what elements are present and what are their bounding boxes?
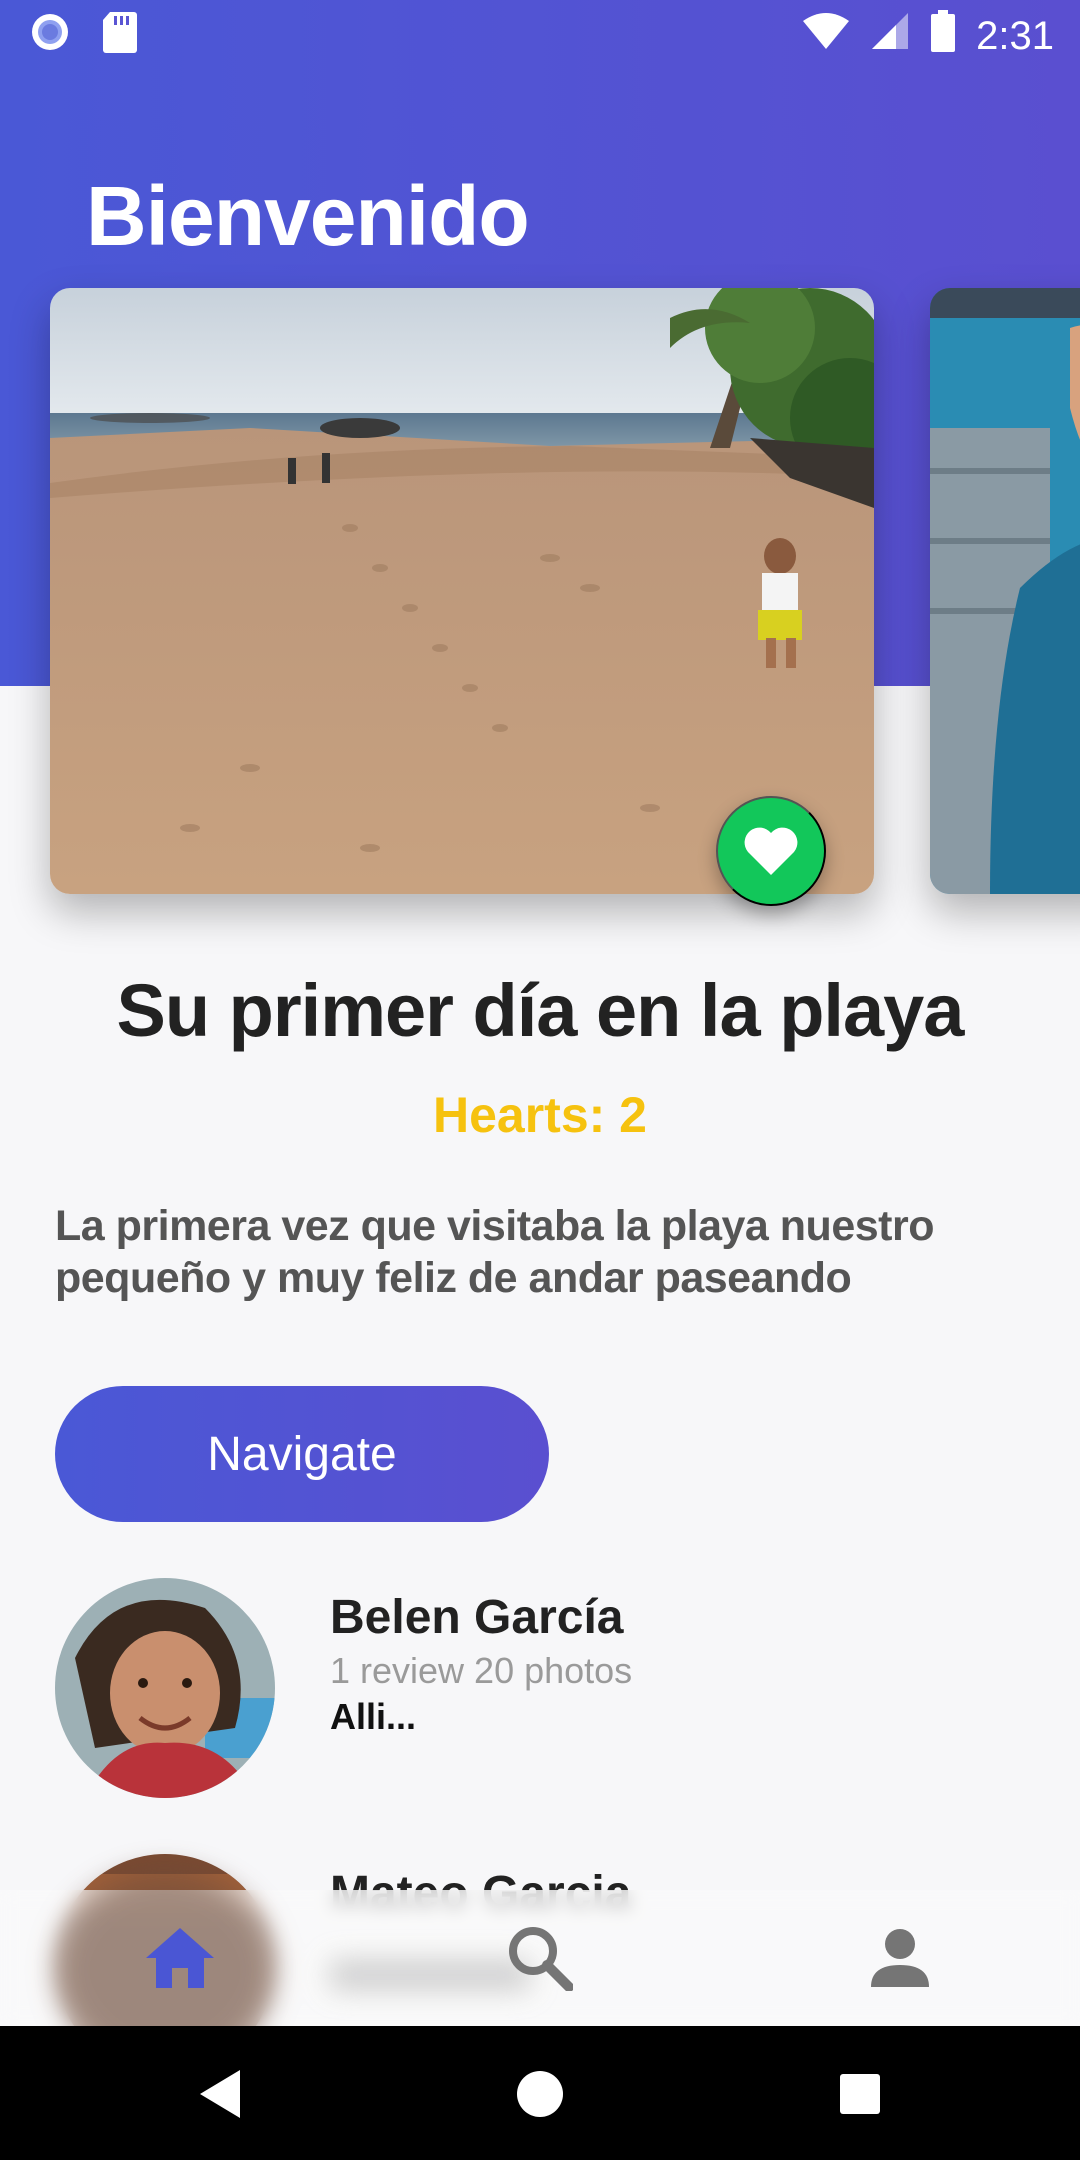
back-icon: [200, 2070, 240, 2118]
wifi-icon: [802, 11, 850, 61]
review-item[interactable]: Belen García 1 review 20 photos Alli...: [55, 1578, 1055, 1798]
next-post-card[interactable]: [930, 288, 1080, 894]
profile-icon: [871, 1929, 929, 1987]
page-title: Bienvenido: [86, 169, 530, 263]
home-system-button[interactable]: [510, 2064, 570, 2124]
system-navigation-bar: [0, 2026, 1080, 2160]
heart-icon: [744, 827, 798, 875]
signal-icon: [870, 11, 910, 61]
avatar: [55, 1578, 275, 1798]
post-description: La primera vez que visitaba la playa nue…: [55, 1202, 934, 1302]
hearts-count: Hearts: 2: [433, 1087, 647, 1143]
recents-button[interactable]: [830, 2064, 890, 2124]
nav-search[interactable]: [490, 1908, 590, 2008]
sd-card-icon: [102, 10, 138, 64]
next-post-photo: [930, 288, 1080, 894]
battery-icon: [930, 10, 956, 62]
notification-dot-icon: [28, 10, 72, 64]
heart-button[interactable]: [716, 796, 826, 906]
recents-icon: [840, 2074, 880, 2114]
status-time: 2:31: [976, 13, 1054, 58]
search-icon: [509, 1927, 573, 1991]
home-circle-icon: [517, 2071, 563, 2117]
bottom-navigation: [0, 1870, 1080, 2070]
review-snippet: Alli...: [330, 1696, 417, 1737]
navigate-button[interactable]: Navigate: [55, 1386, 549, 1522]
post-title: Su primer día en la playa: [116, 969, 965, 1052]
home-icon: [146, 1928, 214, 1988]
reviewer-meta: 1 review 20 photos: [330, 1650, 633, 1691]
status-bar: 2:31: [0, 0, 1080, 66]
reviewer-name: Belen García: [330, 1591, 624, 1644]
back-button[interactable]: [190, 2064, 250, 2124]
nav-profile[interactable]: [850, 1908, 950, 2008]
nav-home[interactable]: [130, 1908, 230, 2008]
